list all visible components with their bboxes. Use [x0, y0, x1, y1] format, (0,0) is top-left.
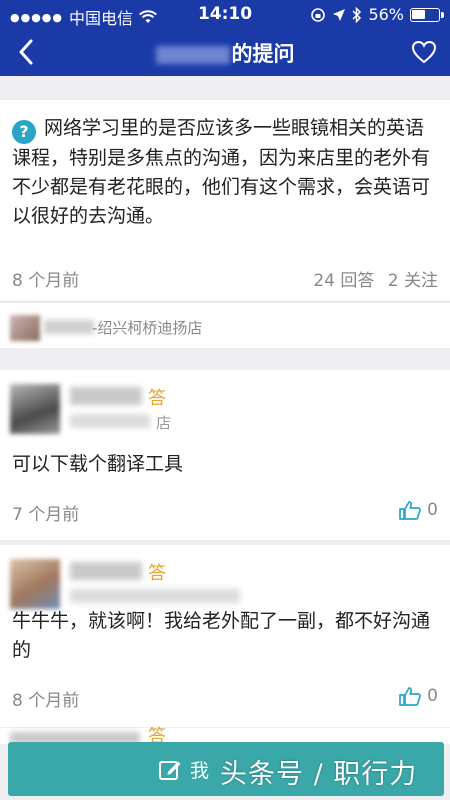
battery-fill [412, 9, 425, 19]
asker-avatar [10, 315, 40, 341]
question-card: ? 网络学习里的是否应该多一些眼镜相关的英语课程，特别是多焦点的沟通，因为来店里的… [0, 100, 450, 300]
question-mark-icon: ? [12, 120, 36, 144]
answer-item[interactable]: 答 牛牛牛，就该啊！我给老外配了一副，都不好沟通的 8 个月前 0 [0, 545, 450, 727]
like-button[interactable]: 0 [399, 686, 438, 706]
blurred-username [155, 46, 230, 64]
asker-store: -绍兴柯桥迪扬店 [92, 319, 203, 337]
answer-content: 牛牛牛，就该啊！我给老外配了一副，都不好沟通的 [12, 610, 431, 661]
answer-button-content: 我 [158, 756, 209, 783]
favorite-button[interactable] [408, 36, 440, 68]
asker-name-blurred [44, 320, 94, 334]
like-button[interactable]: 0 [399, 500, 438, 520]
answer-time: 8 个月前 [12, 691, 80, 711]
answerer-store-blurred [70, 414, 150, 428]
question-text: 网络学习里的是否应该多一些眼镜相关的英语课程，特别是多焦点的沟通，因为来店里的老… [12, 117, 431, 227]
status-right: 56% [310, 5, 444, 24]
question-stats: 24 回答 2 关注 [305, 266, 438, 291]
answerer-store-suffix: 店 [156, 414, 172, 432]
battery-percent: 56% [368, 5, 404, 24]
answer-item[interactable]: 答 店 可以下载个翻译工具 7 个月前 0 [0, 370, 450, 540]
answer-button-label: 我 [190, 760, 210, 782]
answer-time: 7 个月前 [12, 505, 80, 525]
question-body: ? 网络学习里的是否应该多一些眼镜相关的英语课程，特别是多焦点的沟通，因为来店里的… [12, 114, 440, 231]
answerer-name-blurred [70, 562, 142, 580]
answer-label: 答 [148, 388, 166, 409]
asker-row[interactable]: -绍兴柯桥迪扬店 [0, 302, 450, 348]
edit-icon [159, 760, 181, 780]
answer-content: 可以下载个翻译工具 [12, 453, 184, 475]
location-icon [333, 8, 346, 21]
heart-icon [411, 40, 437, 64]
bluetooth-icon [352, 6, 362, 23]
like-count: 0 [427, 686, 438, 706]
question-time: 8 个月前 [12, 271, 80, 291]
rotation-lock-icon [311, 7, 326, 22]
answerer-name-blurred [70, 387, 142, 405]
avatar [10, 384, 60, 434]
watermark: 头条号 / 职行力 [220, 759, 418, 790]
nav-bar: 的提问 [0, 28, 450, 76]
page-title-suffix: 的提问 [231, 42, 295, 66]
avatar [10, 559, 60, 609]
thumbs-up-icon [399, 687, 422, 706]
thumbs-up-icon [399, 501, 422, 520]
answer-label: 答 [148, 563, 166, 584]
status-bar: ●●●●● 中国电信 14:10 56% [0, 0, 450, 28]
follow-count[interactable]: 2 关注 [388, 271, 438, 291]
answer-count[interactable]: 24 回答 [313, 271, 374, 291]
page-title: 的提问 [0, 38, 450, 68]
like-count: 0 [427, 500, 438, 520]
answerer-store-blurred [70, 589, 240, 603]
battery-icon [410, 7, 444, 22]
